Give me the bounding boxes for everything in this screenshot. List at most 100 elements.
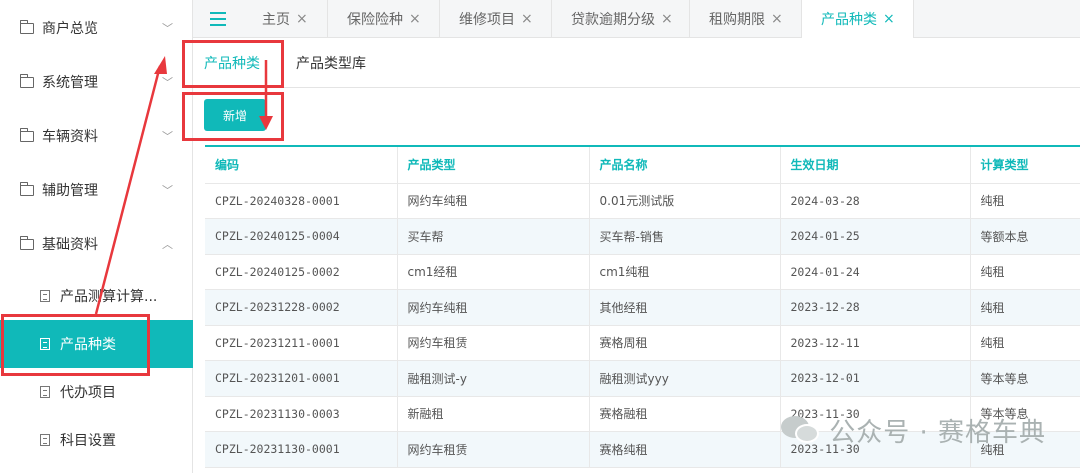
- chevron-down-icon: ﹀: [162, 130, 173, 143]
- sidebar-menu-system-management[interactable]: 系统管理 ﹀: [0, 55, 193, 109]
- column-header-code[interactable]: 编码: [205, 147, 398, 184]
- chevron-up-icon: ︿: [162, 238, 173, 251]
- table-row[interactable]: CPZL-20240125-0004 买车帮 买车帮-销售 2024-01-25…: [205, 218, 1080, 255]
- watermark: 公众号 · 赛格车典: [781, 411, 1046, 449]
- cell-code: CPZL-20240125-0002: [205, 254, 398, 290]
- subtab-product-type-library[interactable]: 产品类型库: [296, 38, 368, 88]
- folder-icon: [20, 127, 34, 142]
- table-header-row: 编码 产品类型 产品名称 生效日期 计算类型: [205, 147, 1080, 184]
- wechat-icon: [781, 414, 821, 446]
- cell-code: CPZL-20240125-0004: [205, 218, 398, 255]
- cell-product-type: 网约车纯租: [397, 183, 590, 219]
- cell-product-name: 赛格纯租: [589, 431, 781, 468]
- add-button[interactable]: 新增: [204, 99, 266, 131]
- cell-effective-date: 2024-01-25: [780, 218, 971, 255]
- table-row[interactable]: CPZL-20240125-0002 cm1经租 cm1纯租 2024-01-2…: [205, 254, 1080, 290]
- column-header-calculation-type[interactable]: 计算类型: [970, 147, 1080, 184]
- subtab-label: 产品种类: [204, 56, 260, 72]
- tab-home[interactable]: 主页 ×: [243, 0, 328, 38]
- tab-product-category[interactable]: 产品种类 ×: [802, 0, 914, 38]
- cell-effective-date: 2023-12-11: [780, 325, 971, 361]
- cell-product-type: 网约车租赁: [397, 325, 590, 361]
- sidebar-item-agency-items[interactable]: 代办项目: [0, 368, 193, 416]
- table-row[interactable]: CPZL-20231211-0001 网约车租赁 赛格周租 2023-12-11…: [205, 325, 1080, 361]
- cell-product-type: cm1经租: [397, 254, 590, 290]
- cell-calculation-type: 等额本息: [970, 218, 1080, 255]
- cell-product-name: 融租测试yyy: [589, 360, 781, 397]
- cell-calculation-type: 纯租: [970, 183, 1080, 219]
- tab-label: 贷款逾期分级: [571, 12, 655, 28]
- cell-product-name: 买车帮-销售: [589, 218, 781, 255]
- close-icon[interactable]: ×: [409, 11, 421, 27]
- close-icon[interactable]: ×: [661, 11, 673, 27]
- cell-product-name: 0.01元测试版: [589, 183, 781, 219]
- close-icon[interactable]: ×: [296, 11, 308, 27]
- tab-repair-items[interactable]: 维修项目 ×: [440, 0, 552, 38]
- close-icon[interactable]: ×: [521, 11, 533, 27]
- cell-code: CPZL-20231211-0001: [205, 325, 398, 361]
- cell-calculation-type: 纯租: [970, 254, 1080, 290]
- cell-calculation-type: 纯租: [970, 289, 1080, 326]
- sidebar-menu-label: 辅助管理: [42, 183, 98, 199]
- sidebar-menu-label: 车辆资料: [42, 129, 98, 145]
- document-icon: [40, 338, 50, 350]
- sidebar-item-product-category[interactable]: 产品种类: [0, 320, 193, 368]
- cell-calculation-type: 等本等息: [970, 360, 1080, 397]
- table-row[interactable]: CPZL-20240328-0001 网约车纯租 0.01元测试版 2024-0…: [205, 183, 1080, 219]
- tab-label: 保险险种: [347, 12, 403, 28]
- cell-code: CPZL-20231130-0003: [205, 396, 398, 432]
- column-header-effective-date[interactable]: 生效日期: [780, 147, 971, 184]
- cell-code: CPZL-20240328-0001: [205, 183, 398, 219]
- sidebar-item-label: 产品种类: [60, 337, 116, 353]
- tab-loan-overdue-grading[interactable]: 贷款逾期分级 ×: [552, 0, 690, 38]
- column-header-product-name[interactable]: 产品名称: [589, 147, 781, 184]
- cell-effective-date: 2023-12-01: [780, 360, 971, 397]
- column-header-product-type[interactable]: 产品类型: [397, 147, 590, 184]
- document-icon: [40, 434, 50, 446]
- chevron-down-icon: ﹀: [162, 22, 173, 35]
- sidebar-menu-label: 基础资料: [42, 237, 98, 253]
- sidebar-menu-label: 系统管理: [42, 75, 98, 91]
- subtab-label: 产品类型库: [296, 56, 366, 72]
- cell-product-name: 其他经租: [589, 289, 781, 326]
- folder-icon: [20, 181, 34, 196]
- cell-product-name: 赛格融租: [589, 396, 781, 432]
- cell-product-type: 网约车租赁: [397, 431, 590, 468]
- sidebar-item-subject-settings[interactable]: 科目设置: [0, 416, 193, 464]
- sidebar-menu-merchant-overview[interactable]: 商户总览 ﹀: [0, 1, 193, 55]
- chevron-down-icon: ﹀: [162, 184, 173, 197]
- cell-product-name: cm1纯租: [589, 254, 781, 290]
- sidebar-menu-auxiliary-management[interactable]: 辅助管理 ﹀: [0, 163, 193, 217]
- tab-bar: 主页 × 保险险种 × 维修项目 × 贷款逾期分级 × 租购期限 × 产品种类 …: [193, 0, 1080, 38]
- tab-insurance-types[interactable]: 保险险种 ×: [328, 0, 440, 38]
- subtab-product-category[interactable]: 产品种类: [204, 38, 260, 88]
- cell-product-type: 新融租: [397, 396, 590, 432]
- cell-effective-date: 2024-03-28: [780, 183, 971, 219]
- sidebar-menu-basic-data[interactable]: 基础资料 ︿: [0, 217, 193, 271]
- table-row[interactable]: CPZL-20231228-0002 网约车纯租 其他经租 2023-12-28…: [205, 289, 1080, 326]
- sidebar-item-product-calculation[interactable]: 产品测算计算...: [0, 272, 193, 320]
- sidebar-item-label: 产品测算计算...: [60, 289, 158, 305]
- close-icon[interactable]: ×: [771, 11, 783, 27]
- cell-code: CPZL-20231228-0002: [205, 289, 398, 326]
- sidebar-menu-label: 商户总览: [42, 21, 98, 37]
- menu-toggle-icon[interactable]: [193, 0, 243, 38]
- cell-product-type: 融租测试-y: [397, 360, 590, 397]
- cell-code: CPZL-20231201-0001: [205, 360, 398, 397]
- cell-effective-date: 2023-12-28: [780, 289, 971, 326]
- close-icon[interactable]: ×: [883, 11, 895, 27]
- document-icon: [40, 290, 50, 302]
- tab-lease-term[interactable]: 租购期限 ×: [690, 0, 802, 38]
- sidebar-item-label: 代办项目: [60, 385, 116, 401]
- sidebar: 商户总览 ﹀ 系统管理 ﹀ 车辆资料 ﹀ 辅助管理 ﹀ 基础资料 ︿ 产品测算计…: [0, 0, 193, 473]
- chevron-down-icon: ﹀: [162, 76, 173, 89]
- folder-icon: [20, 19, 34, 34]
- cell-code: CPZL-20231130-0001: [205, 431, 398, 468]
- sidebar-item-label: 科目设置: [60, 433, 116, 449]
- cell-product-name: 赛格周租: [589, 325, 781, 361]
- sub-tab-bar: 产品种类 产品类型库: [193, 38, 1080, 88]
- table-row[interactable]: CPZL-20231201-0001 融租测试-y 融租测试yyy 2023-1…: [205, 360, 1080, 397]
- cell-product-type: 买车帮: [397, 218, 590, 255]
- tab-label: 维修项目: [459, 12, 515, 28]
- sidebar-menu-vehicle-data[interactable]: 车辆资料 ﹀: [0, 109, 193, 163]
